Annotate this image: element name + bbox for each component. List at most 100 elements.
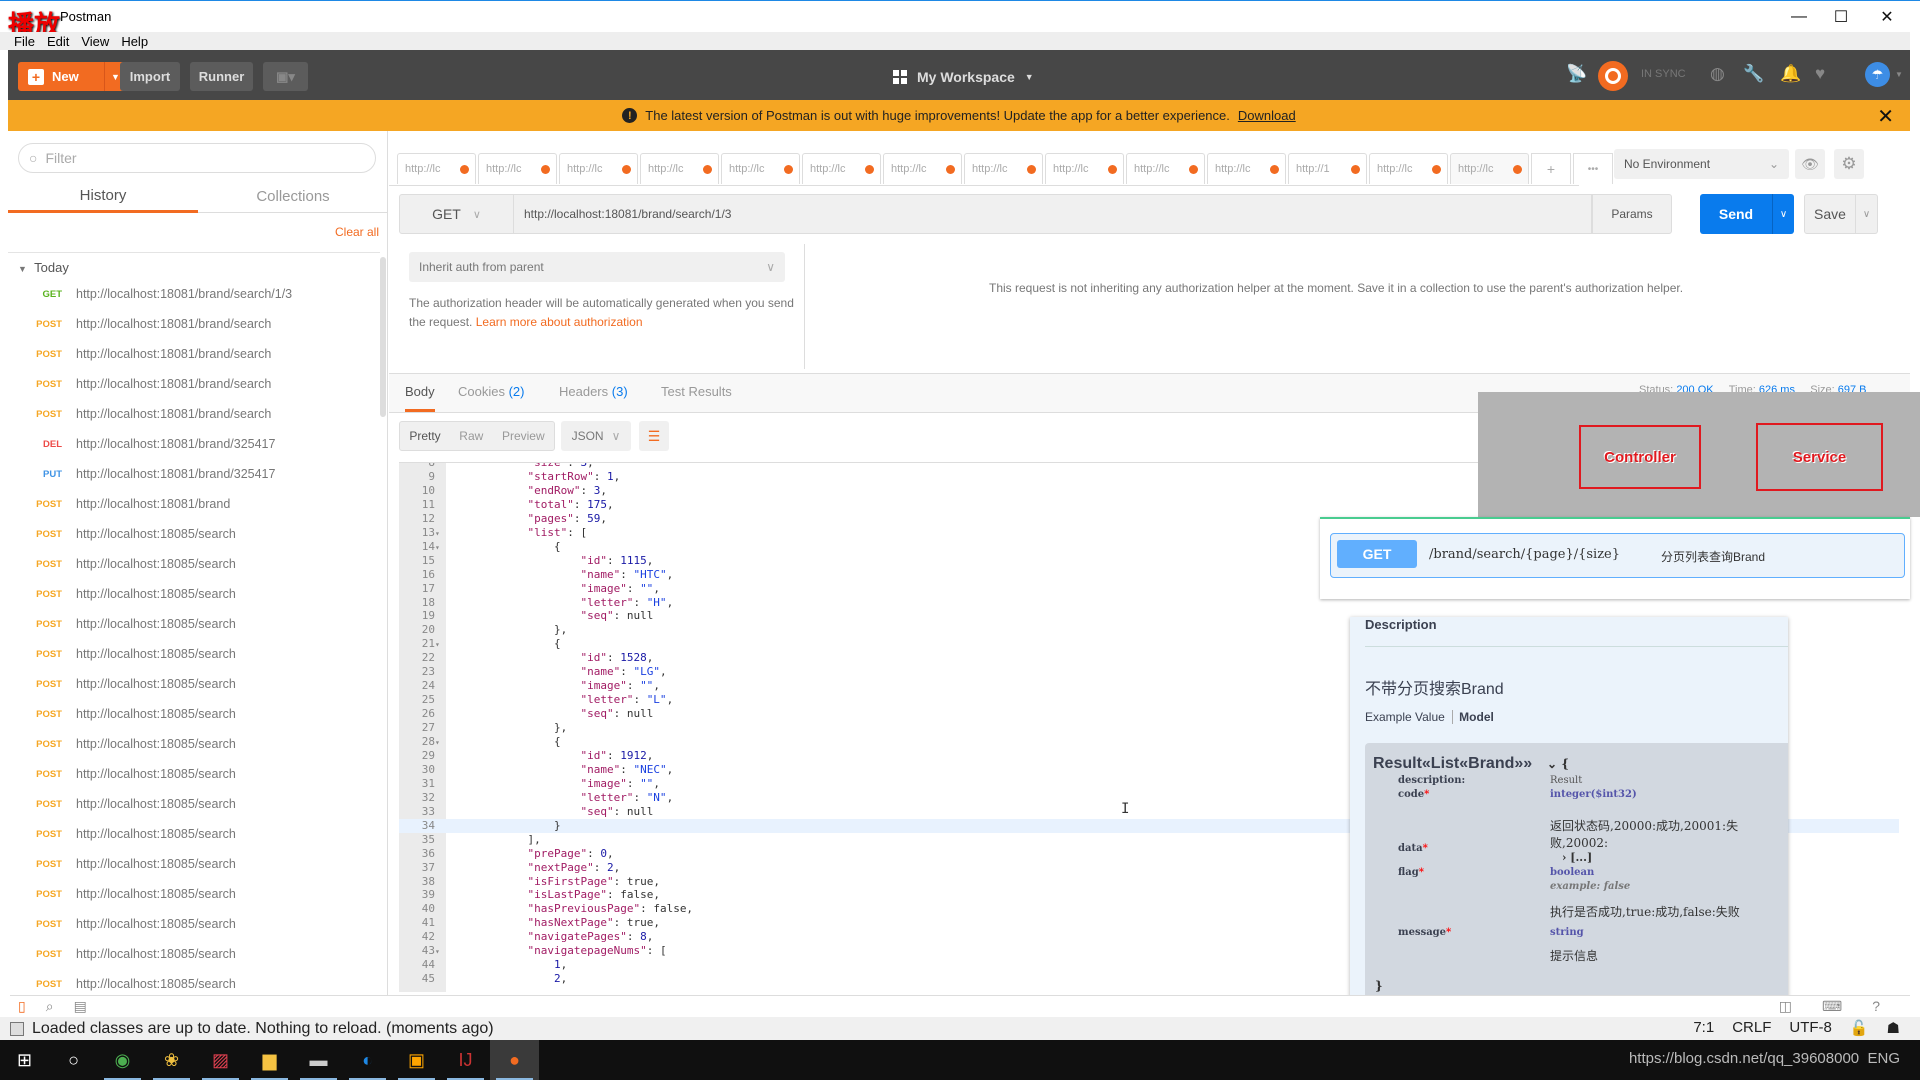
send-button[interactable]: Send	[1700, 194, 1772, 234]
request-tab[interactable]: http://lc	[964, 153, 1043, 184]
language-select[interactable]: JSON ∨	[561, 421, 631, 451]
new-window-button[interactable]: ▣▾	[263, 62, 308, 91]
history-item[interactable]: POST http://localhost:18085/search	[8, 939, 380, 969]
help-icon[interactable]: ?	[1872, 998, 1880, 1015]
history-item[interactable]: POST http://localhost:18085/search	[8, 549, 380, 579]
field-data-toggle[interactable]: › [...]	[1562, 851, 1592, 864]
fold-toggle-icon[interactable]: ▾	[435, 527, 446, 541]
keyboard-icon[interactable]: ⌨	[1822, 998, 1842, 1015]
request-tab[interactable]: http://lc	[721, 153, 800, 184]
tab-body[interactable]: Body	[405, 384, 435, 412]
tab-cookies[interactable]: Cookies (2)	[458, 384, 524, 399]
taskbar-chrome[interactable]: ◉	[98, 1040, 147, 1080]
filter-input[interactable]: ○ Filter	[18, 143, 376, 173]
taskbar-app-box[interactable]: ▣	[392, 1040, 441, 1080]
auth-type-select[interactable]: Inherit auth from parent ∨	[409, 252, 785, 282]
workspace-selector[interactable]: My Workspace ▼	[893, 62, 1034, 91]
url-input[interactable]: http://localhost:18081/brand/search/1/3	[514, 194, 1592, 234]
request-tab[interactable]: http://lc	[397, 153, 476, 184]
history-item[interactable]: POST http://localhost:18081/brand/search	[8, 369, 380, 399]
history-item[interactable]: POST http://localhost:18081/brand/search	[8, 339, 380, 369]
history-item[interactable]: POST http://localhost:18085/search	[8, 789, 380, 819]
format-preview[interactable]: Preview	[502, 429, 545, 443]
request-tab[interactable]: http://lc	[1207, 153, 1286, 184]
inspector-icon[interactable]: ☗	[1887, 1019, 1900, 1037]
send-dropdown-button[interactable]: ∨	[1772, 194, 1794, 234]
history-item[interactable]: POST http://localhost:18085/search	[8, 579, 380, 609]
environment-select[interactable]: No Environment ⌄	[1614, 149, 1789, 179]
menu-file[interactable]: File	[14, 34, 35, 49]
encoding-select[interactable]: UTF-8	[1789, 1019, 1832, 1037]
start-button[interactable]: ⊞	[0, 1040, 49, 1080]
request-tab[interactable]: http://lc	[640, 153, 719, 184]
format-raw[interactable]: Raw	[459, 429, 483, 443]
wrap-lines-button[interactable]: ☰	[639, 421, 669, 451]
history-item[interactable]: DEL http://localhost:18081/brand/325417	[8, 429, 380, 459]
history-group-today[interactable]: ▼ Today	[18, 260, 69, 275]
history-item[interactable]: POST http://localhost:18081/brand	[8, 489, 380, 519]
search-button[interactable]: ○	[49, 1040, 98, 1080]
avatar-caret-icon[interactable]: ▼	[1895, 70, 1903, 79]
taskbar-terminal[interactable]: ▬	[294, 1040, 343, 1080]
minimize-button[interactable]: —	[1776, 1, 1822, 33]
params-button[interactable]: Params	[1592, 194, 1672, 234]
maximize-button[interactable]: ☐	[1818, 1, 1864, 33]
operation-summary[interactable]: GET /brand/search/{page}/{size} 分页列表查询Br…	[1330, 533, 1905, 578]
menu-help[interactable]: Help	[121, 34, 148, 49]
tab-history[interactable]: History	[8, 181, 198, 213]
history-item[interactable]: POST http://localhost:18085/search	[8, 639, 380, 669]
request-tab[interactable]: http://lc	[559, 153, 638, 184]
menu-edit[interactable]: Edit	[47, 34, 69, 49]
runner-button[interactable]: Runner	[190, 62, 253, 91]
history-item[interactable]: POST http://localhost:18081/brand/search	[8, 309, 380, 339]
request-tab[interactable]: http://lc	[478, 153, 557, 184]
request-tab[interactable]: http://lc	[1369, 153, 1448, 184]
tab-model[interactable]: Model	[1452, 710, 1494, 724]
request-tab[interactable]: http://lc	[1045, 153, 1124, 184]
learn-more-link[interactable]: Learn more about authorization	[476, 315, 643, 329]
request-tab[interactable]: http://1	[1288, 153, 1367, 184]
globe-icon[interactable]: ◍	[1710, 64, 1725, 84]
more-tabs-button[interactable]: •••	[1573, 153, 1613, 184]
request-tab[interactable]: http://lc	[1450, 153, 1529, 184]
request-tab[interactable]: http://lc	[1126, 153, 1205, 184]
fold-toggle-icon[interactable]: ▾	[435, 736, 446, 750]
history-item[interactable]: PUT http://localhost:18081/brand/325417	[8, 459, 380, 489]
sync-icon[interactable]	[1598, 61, 1628, 91]
sidebar-scrollbar[interactable]	[380, 257, 386, 417]
history-item[interactable]: POST http://localhost:18085/search	[8, 759, 380, 789]
history-item[interactable]: POST http://localhost:18085/search	[8, 819, 380, 849]
save-dropdown-button[interactable]: ∨	[1856, 194, 1878, 234]
new-tab-button[interactable]: +	[1531, 153, 1571, 184]
environment-quick-look-button[interactable]: 👁	[1795, 149, 1825, 179]
heart-icon[interactable]: ♥	[1815, 64, 1825, 84]
bell-icon[interactable]: 🔔	[1780, 64, 1801, 84]
history-item[interactable]: GET http://localhost:18081/brand/search/1…	[8, 279, 380, 309]
taskbar-app-blue[interactable]: ◐	[343, 1040, 392, 1080]
line-ending-select[interactable]: CRLF	[1732, 1019, 1771, 1037]
history-item[interactable]: POST http://localhost:18085/search	[8, 879, 380, 909]
fold-toggle-icon[interactable]: ▾	[435, 541, 446, 555]
tab-headers[interactable]: Headers (3)	[559, 384, 628, 399]
taskbar-postman[interactable]: ●	[490, 1040, 539, 1080]
request-tab[interactable]: http://lc	[883, 153, 962, 184]
taskbar-intellij[interactable]: IJ	[441, 1040, 490, 1080]
satellite-icon[interactable]: 📡	[1566, 64, 1587, 84]
fold-toggle-icon[interactable]: ▾	[435, 638, 446, 652]
import-button[interactable]: Import	[120, 62, 180, 91]
fold-toggle-icon[interactable]: ▾	[435, 945, 446, 959]
tab-test-results[interactable]: Test Results	[661, 384, 732, 399]
format-pretty[interactable]: Pretty	[409, 429, 440, 443]
lock-icon[interactable]: 🔓	[1850, 1019, 1869, 1037]
history-item[interactable]: POST http://localhost:18085/search	[8, 729, 380, 759]
clear-all-button[interactable]: Clear all	[335, 225, 379, 239]
tab-collections[interactable]: Collections	[198, 181, 388, 213]
new-button[interactable]: + New	[18, 62, 104, 91]
manage-environments-button[interactable]: ⚙	[1834, 149, 1864, 179]
close-banner-icon[interactable]: ✕	[1877, 104, 1894, 129]
tab-example-value[interactable]: Example Value	[1365, 710, 1445, 724]
history-item[interactable]: POST http://localhost:18085/search	[8, 519, 380, 549]
search-icon[interactable]: ⌕	[46, 998, 54, 1015]
history-item[interactable]: POST http://localhost:18085/search	[8, 849, 380, 879]
save-button[interactable]: Save	[1804, 194, 1856, 234]
